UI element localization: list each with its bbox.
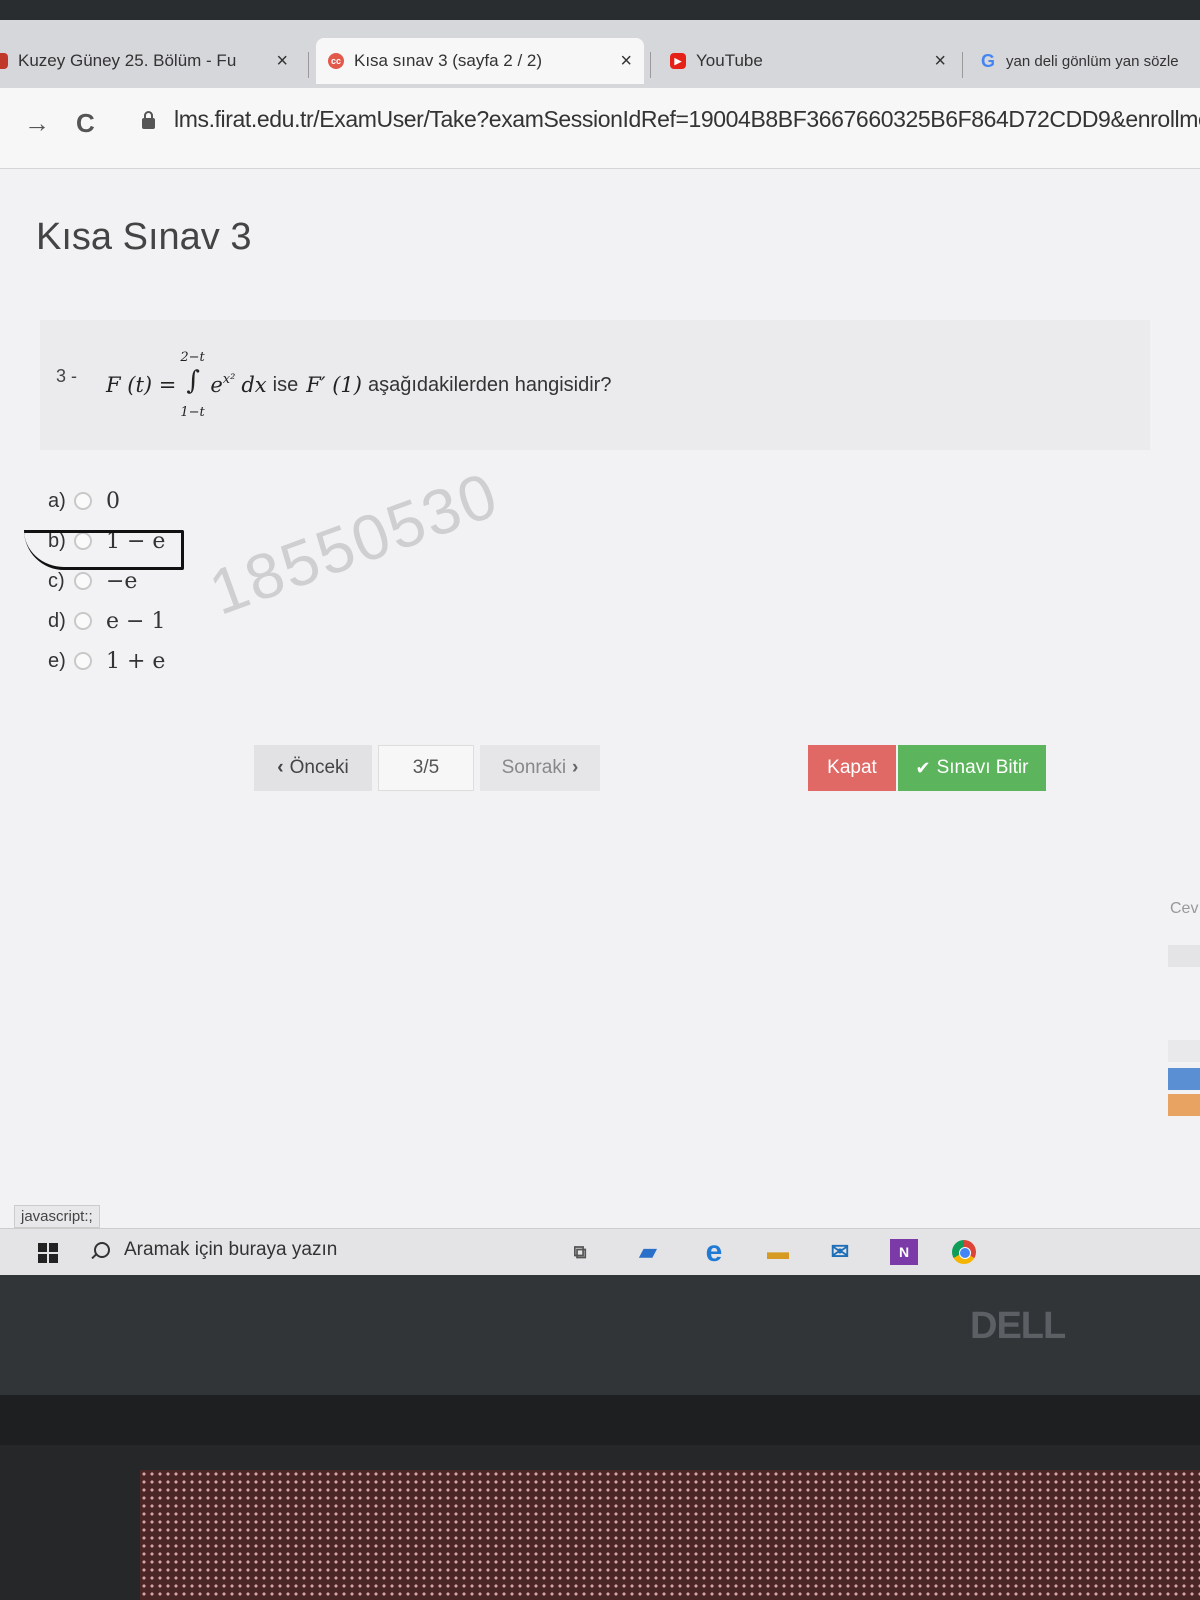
integral-sign: ∫ [186,366,200,396]
lower-limit: 1−t [180,405,205,420]
next-label: Sonraki [501,757,567,778]
derivative-expr: F′ (1) [306,373,362,397]
mail-icon[interactable]: ✉ [826,1239,854,1265]
tab-google-search[interactable]: G yan deli gönlüm yan sözle [968,38,1200,84]
integral-with-limits: 2−t ∫ 1−t [176,350,210,420]
question-ise: ise [272,373,299,396]
radio-button[interactable] [74,492,92,510]
url-field[interactable]: lms.firat.edu.tr/ExamUser/Take?examSessi… [174,106,1200,133]
chevron-left-icon: ‹ [277,757,284,778]
tab-label: YouTube [696,51,763,70]
chevron-right-icon: › [572,757,579,778]
laptop-screen: Kuzey Güney 25. Bölüm - Fu × cc Kısa sın… [0,20,1200,1275]
google-logo-icon: G [980,50,995,71]
answer-option-a[interactable]: a) 0 [48,485,120,517]
cc-logo-icon: cc [328,53,344,69]
side-panel-label: Cev [1170,900,1199,917]
page-indicator: 3/5 [378,745,474,791]
laptop-hinge [0,1395,1200,1445]
browser-address-bar: → C lms.firat.edu.tr/ExamUser/Take?examS… [0,88,1200,169]
upper-limit: 2−t [180,350,205,365]
dell-logo: DELL [970,1305,1066,1347]
answer-option-e[interactable]: e) 1 + e [48,645,165,677]
finish-exam-button[interactable]: ✔ Sınavı Bitir [898,745,1046,791]
integrand-exponent: x² [222,371,236,387]
finish-label: Sınavı Bitir [936,757,1029,778]
side-question-box[interactable] [1168,945,1200,967]
hand-drawn-marker [24,530,184,570]
side-question-box[interactable] [1168,1094,1200,1116]
tab-label: Kuzey Güney 25. Bölüm - Fu [18,51,237,70]
search-icon [94,1242,110,1258]
folder-icon[interactable]: ▰ [634,1239,662,1265]
watermark: 18550530 [200,458,508,629]
question-box: 3 - F (t) = 2−t ∫ 1−t e x² dx ise F′ (1)… [40,320,1150,450]
tab-separator [650,52,651,78]
tab-separator [962,52,963,78]
option-value: e − 1 [106,608,166,634]
integrand-base: e [210,373,223,397]
tab-favicon [0,53,8,69]
answer-option-c[interactable]: c) −e [48,565,137,597]
page-title: Kısa Sınav 3 [36,216,252,258]
differential: dx [241,373,267,397]
answer-option-d[interactable]: d) e − 1 [48,605,165,637]
option-value: −e [106,568,138,594]
option-letter: c) [48,569,65,592]
radio-button[interactable] [74,612,92,630]
question-number: 3 - [56,366,78,386]
close-tab-icon[interactable]: × [276,50,288,73]
function-lhs: F (t) = [106,373,177,397]
tab-label: yan deli gönlüm yan sözle [1006,52,1179,70]
tab-separator [308,52,309,78]
radio-button[interactable] [74,572,92,590]
store-icon[interactable]: ▬ [764,1239,792,1265]
windows-start-icon[interactable] [38,1243,58,1263]
side-question-box[interactable] [1168,1068,1200,1090]
close-button[interactable]: Kapat [808,745,896,791]
next-button[interactable]: Sonraki › [480,745,600,791]
tab-youtube[interactable]: ▶ YouTube × [658,38,958,84]
chrome-icon[interactable] [950,1239,978,1265]
tab-kuzey-guney[interactable]: Kuzey Güney 25. Bölüm - Fu × [0,38,300,84]
side-question-box[interactable] [1168,1040,1200,1062]
option-value: 0 [106,488,120,514]
question-formula: F (t) = 2−t ∫ 1−t e x² dx ise F′ (1) aşa… [106,350,611,420]
reload-icon[interactable]: C [76,108,95,139]
tab-label: Kısa sınav 3 (sayfa 2 / 2) [354,51,543,70]
previous-label: Önceki [289,757,349,778]
status-bar: javascript:; [14,1205,100,1228]
forward-icon[interactable]: → [24,108,50,139]
lock-icon [142,111,155,129]
close-tab-icon[interactable]: × [620,50,632,73]
onenote-icon[interactable]: N [890,1239,918,1265]
radio-button[interactable] [74,652,92,670]
tab-kisa-sinav[interactable]: cc Kısa sınav 3 (sayfa 2 / 2) × [316,38,644,84]
question-prompt: aşağıdakilerden hangisidir? [367,373,612,396]
windows-taskbar: Aramak için buraya yazın ⧉ ▰ e ▬ ✉ N [0,1228,1200,1275]
option-letter: d) [48,609,66,632]
check-icon: ✔ [915,757,931,778]
task-view-icon[interactable]: ⧉ [566,1239,594,1265]
taskbar-search[interactable]: Aramak için buraya yazın [94,1239,337,1261]
youtube-logo-icon: ▶ [670,53,686,69]
option-value: 1 + e [106,648,166,674]
browser-tab-bar: Kuzey Güney 25. Bölüm - Fu × cc Kısa sın… [0,20,1200,88]
option-letter: e) [48,649,66,672]
taskbar-search-placeholder: Aramak için buraya yazın [124,1239,338,1260]
speaker-grille [140,1470,1200,1600]
edge-icon[interactable]: e [700,1235,728,1268]
option-letter: a) [48,489,66,512]
close-tab-icon[interactable]: × [934,50,946,73]
previous-button[interactable]: ‹ Önceki [254,745,372,791]
